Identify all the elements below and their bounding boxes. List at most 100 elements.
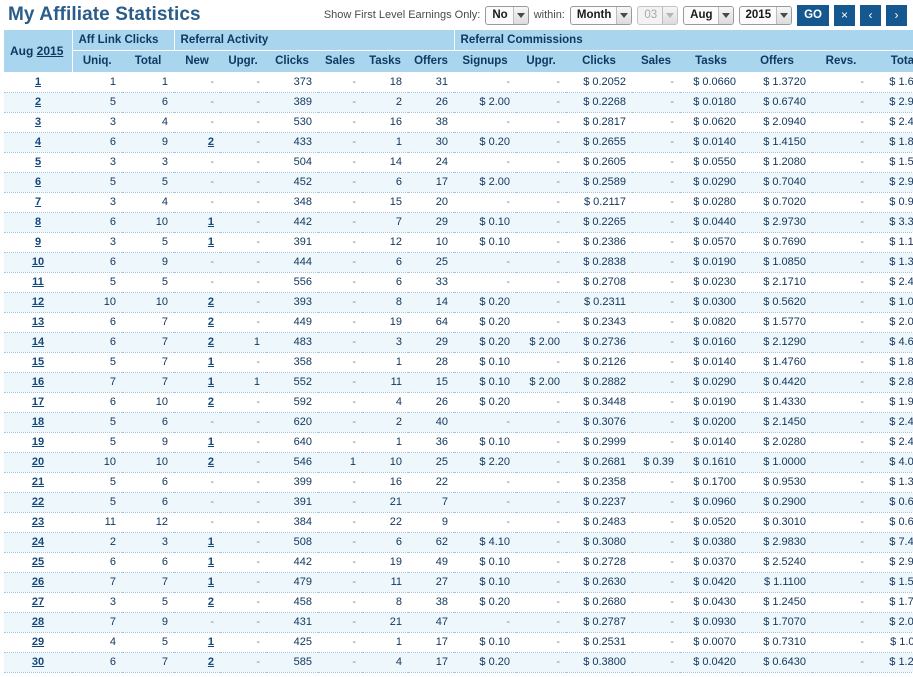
day-cell[interactable]: 16 xyxy=(4,373,72,393)
day-cell[interactable]: 26 xyxy=(4,573,72,593)
data-cell[interactable]: 2 xyxy=(174,293,220,313)
day-link[interactable]: 25 xyxy=(32,556,44,568)
new-referrals-link[interactable]: 2 xyxy=(208,296,214,308)
data-cell[interactable]: 2 xyxy=(174,593,220,613)
day-cell[interactable]: 11 xyxy=(4,273,72,293)
day-link[interactable]: 6 xyxy=(35,176,41,188)
day-link[interactable]: 3 xyxy=(35,116,41,128)
day-link[interactable]: 24 xyxy=(32,536,44,548)
day-link[interactable]: 9 xyxy=(35,236,41,248)
day-cell[interactable]: 15 xyxy=(4,353,72,373)
new-referrals-link[interactable]: 1 xyxy=(208,236,214,248)
day-cell[interactable]: 20 xyxy=(4,453,72,473)
new-referrals-link[interactable]: 1 xyxy=(208,356,214,368)
day-cell[interactable]: 19 xyxy=(4,433,72,453)
day-cell[interactable]: 28 xyxy=(4,613,72,633)
day-link[interactable]: 8 xyxy=(35,216,41,228)
day-cell[interactable]: 18 xyxy=(4,413,72,433)
previous-period-button[interactable]: ‹ xyxy=(860,4,881,26)
day-link[interactable]: 28 xyxy=(32,616,44,628)
day-link[interactable]: 22 xyxy=(32,496,44,508)
day-link[interactable]: 20 xyxy=(32,456,44,468)
new-referrals-link[interactable]: 2 xyxy=(208,596,214,608)
day-link[interactable]: 21 xyxy=(32,476,44,488)
day-link[interactable]: 7 xyxy=(35,196,41,208)
day-cell[interactable]: 23 xyxy=(4,513,72,533)
day-cell[interactable]: 31 xyxy=(4,673,72,677)
data-cell[interactable]: 2 xyxy=(174,133,220,153)
day-cell[interactable]: 24 xyxy=(4,533,72,553)
day-link[interactable]: 5 xyxy=(35,156,41,168)
day-cell[interactable]: 5 xyxy=(4,153,72,173)
day-link[interactable]: 4 xyxy=(35,136,41,148)
day-cell[interactable]: 3 xyxy=(4,113,72,133)
new-referrals-link[interactable]: 1 xyxy=(208,216,214,228)
data-cell[interactable]: 2 xyxy=(174,653,220,673)
day-link[interactable]: 1 xyxy=(35,76,41,88)
day-link[interactable]: 11 xyxy=(32,276,44,288)
day-cell[interactable]: 7 xyxy=(4,193,72,213)
day-cell[interactable]: 2 xyxy=(4,93,72,113)
day-cell[interactable]: 13 xyxy=(4,313,72,333)
data-cell[interactable]: 2 xyxy=(174,333,220,353)
data-cell[interactable]: 2 xyxy=(174,393,220,413)
data-cell[interactable]: 1 xyxy=(174,353,220,373)
new-referrals-link[interactable]: 1 xyxy=(208,436,214,448)
day-link[interactable]: 23 xyxy=(32,516,44,528)
day-cell[interactable]: 25 xyxy=(4,553,72,573)
day-link[interactable]: 13 xyxy=(32,316,44,328)
new-referrals-link[interactable]: 1 xyxy=(208,636,214,648)
day-cell[interactable]: 14 xyxy=(4,333,72,353)
day-cell[interactable]: 29 xyxy=(4,633,72,653)
day-link[interactable]: 29 xyxy=(32,636,44,648)
day-link[interactable]: 14 xyxy=(32,336,44,348)
data-cell[interactable]: 1 xyxy=(174,533,220,553)
day-cell[interactable]: 30 xyxy=(4,653,72,673)
day-cell[interactable]: 4 xyxy=(4,133,72,153)
day-cell[interactable]: 8 xyxy=(4,213,72,233)
new-referrals-link[interactable]: 1 xyxy=(208,576,214,588)
day-cell[interactable]: 17 xyxy=(4,393,72,413)
day-link[interactable]: 2 xyxy=(35,96,41,108)
new-referrals-link[interactable]: 1 xyxy=(208,376,214,388)
day-select[interactable]: 03 xyxy=(637,5,679,25)
period-year-link[interactable]: 2015 xyxy=(37,44,64,58)
new-referrals-link[interactable]: 2 xyxy=(208,456,214,468)
new-referrals-link[interactable]: 2 xyxy=(208,316,214,328)
month-select[interactable]: Aug xyxy=(683,5,734,25)
new-referrals-link[interactable]: 1 xyxy=(208,536,214,548)
data-cell[interactable]: 1 xyxy=(174,633,220,653)
clear-button[interactable]: × xyxy=(834,4,855,26)
new-referrals-link[interactable]: 2 xyxy=(208,656,214,668)
day-cell[interactable]: 9 xyxy=(4,233,72,253)
day-cell[interactable]: 10 xyxy=(4,253,72,273)
day-link[interactable]: 16 xyxy=(32,376,44,388)
day-cell[interactable]: 22 xyxy=(4,493,72,513)
go-button[interactable]: GO xyxy=(797,4,829,26)
day-cell[interactable]: 12 xyxy=(4,293,72,313)
new-referrals-link[interactable]: 2 xyxy=(208,396,214,408)
new-referrals-link[interactable]: 1 xyxy=(208,556,214,568)
data-cell[interactable]: 2 xyxy=(174,453,220,473)
day-cell[interactable]: 27 xyxy=(4,593,72,613)
day-link[interactable]: 18 xyxy=(32,416,44,428)
day-link[interactable]: 30 xyxy=(32,656,44,668)
day-link[interactable]: 19 xyxy=(32,436,44,448)
day-cell[interactable]: 6 xyxy=(4,173,72,193)
data-cell[interactable]: 1 xyxy=(174,233,220,253)
day-link[interactable]: 10 xyxy=(32,256,44,268)
first-level-earnings-select[interactable]: No xyxy=(485,5,529,25)
data-cell[interactable]: 1 xyxy=(174,213,220,233)
data-cell[interactable]: 2 xyxy=(174,313,220,333)
day-link[interactable]: 26 xyxy=(32,576,44,588)
data-cell[interactable]: 1 xyxy=(174,573,220,593)
data-cell[interactable]: 1 xyxy=(174,373,220,393)
next-period-button[interactable]: › xyxy=(886,4,907,26)
day-link[interactable]: 12 xyxy=(32,296,44,308)
day-link[interactable]: 27 xyxy=(32,596,44,608)
period-type-select[interactable]: Month xyxy=(569,5,633,25)
new-referrals-link[interactable]: 2 xyxy=(208,336,214,348)
day-cell[interactable]: 1 xyxy=(4,73,72,93)
new-referrals-link[interactable]: 2 xyxy=(208,136,214,148)
data-cell[interactable]: 1 xyxy=(174,553,220,573)
